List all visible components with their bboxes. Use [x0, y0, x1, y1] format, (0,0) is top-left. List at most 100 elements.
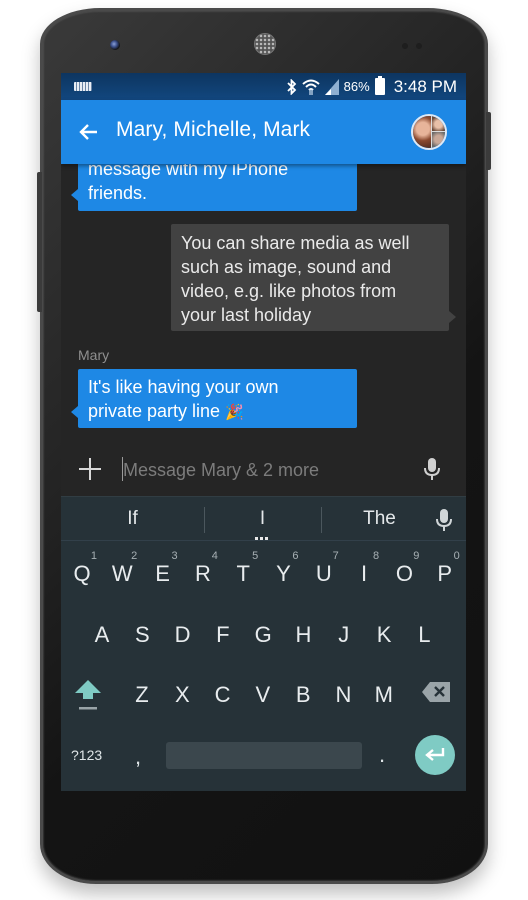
group-avatar[interactable]	[411, 114, 447, 150]
compose-bar	[61, 445, 466, 495]
key-j[interactable]: J	[324, 607, 364, 663]
microphone-icon[interactable]	[435, 508, 453, 532]
volume-button	[37, 172, 42, 312]
suggestion-item[interactable]: If	[61, 497, 204, 541]
key-m[interactable]: M	[364, 667, 404, 723]
arrow-left-icon[interactable]	[77, 120, 101, 144]
key-o[interactable]: O9	[384, 546, 424, 602]
key-r[interactable]: R4	[183, 546, 223, 602]
backspace-icon[interactable]	[421, 681, 451, 703]
key-t[interactable]: T5	[223, 546, 263, 602]
wifi-icon	[301, 79, 320, 95]
proximity-sensor	[402, 43, 408, 49]
key-label: P	[437, 561, 453, 586]
key-a[interactable]: A	[82, 607, 122, 663]
light-sensor	[416, 43, 422, 49]
key-w[interactable]: W2	[102, 546, 142, 602]
key-c[interactable]: C	[203, 667, 243, 723]
avatar-mary	[413, 116, 432, 148]
key-label: Y	[276, 561, 291, 586]
microphone-icon[interactable]	[423, 457, 441, 481]
key-number-hint: 1	[90, 550, 97, 562]
message-line: You can share media as well	[181, 233, 410, 253]
status-bar: 86% 3:48 PM	[61, 73, 466, 100]
key-label: O	[395, 561, 413, 586]
plus-icon[interactable]	[79, 458, 101, 480]
enter-key[interactable]	[415, 735, 455, 775]
space-bar[interactable]	[166, 742, 362, 769]
key-b[interactable]: B	[283, 667, 323, 723]
key-u[interactable]: U7	[304, 546, 344, 602]
key-i[interactable]: I8	[344, 546, 384, 602]
key-number-hint: 0	[453, 550, 460, 562]
key-label: R	[194, 561, 211, 586]
suggestion-strip: If I The	[61, 496, 466, 540]
enter-icon	[425, 748, 445, 761]
message-line: friends.	[88, 183, 148, 203]
message-bubble-outgoing[interactable]: You can share media as well such as imag…	[171, 224, 456, 331]
keyboard-icon	[74, 82, 92, 91]
key-number-hint: 6	[292, 550, 299, 562]
message-line: such as image, sound and	[181, 257, 392, 277]
key-k[interactable]: K	[364, 607, 404, 663]
sender-name: Mary	[78, 347, 110, 363]
key-number-hint: 4	[211, 550, 218, 562]
key-v[interactable]: V	[243, 667, 283, 723]
shift-icon[interactable]	[73, 677, 103, 713]
key-x[interactable]: X	[162, 667, 202, 723]
key-label: Q	[73, 561, 91, 586]
suggestion-item[interactable]: The	[321, 497, 438, 541]
key-g[interactable]: G	[243, 607, 283, 663]
key-number-hint: 9	[413, 550, 420, 562]
key-label: E	[155, 561, 170, 586]
key-e[interactable]: E3	[143, 546, 183, 602]
conversation-title: Mary, Michelle, Mark	[116, 118, 311, 141]
message-line: video, e.g. like photos from	[181, 281, 397, 301]
message-input[interactable]	[123, 456, 413, 484]
key-d[interactable]: D	[163, 607, 203, 663]
bluetooth-icon	[287, 78, 296, 95]
avatar-mark	[431, 132, 445, 148]
message-bubble-incoming[interactable]: It's like having your own private party …	[71, 369, 357, 428]
key-z[interactable]: Z	[122, 667, 162, 723]
keyboard-row-3: ZXCVBNM	[61, 667, 466, 723]
key-label: I	[361, 561, 368, 586]
keyboard-row-2: ASDFGHJKL	[61, 607, 466, 663]
message-line: your last holiday	[181, 305, 312, 325]
key-number-hint: 5	[252, 550, 259, 562]
keyboard: Q1W2E3R4T5Y6U7I8O9P0 ASDFGHJKL ZXCVBNM ?…	[61, 540, 466, 791]
key-p[interactable]: P0	[425, 546, 465, 602]
message-line: private party line	[88, 401, 221, 421]
keyboard-row-4: ?123 , .	[61, 727, 466, 783]
battery-icon	[374, 76, 385, 95]
key-label: U	[315, 561, 332, 586]
key-q[interactable]: Q1	[62, 546, 102, 602]
key-h[interactable]: H	[284, 607, 324, 663]
symbols-key[interactable]: ?123	[71, 727, 102, 783]
key-s[interactable]: S	[122, 607, 162, 663]
avatar-michelle	[431, 116, 445, 132]
key-label: W	[111, 561, 133, 586]
key-f[interactable]: F	[203, 607, 243, 663]
comma-key[interactable]: ,	[135, 727, 141, 783]
app-bar: Mary, Michelle, Mark	[61, 100, 466, 164]
key-number-hint: 8	[372, 550, 380, 562]
key-number-hint: 7	[332, 550, 339, 562]
party-popper-emoji: 🎉	[225, 404, 244, 421]
front-camera	[110, 40, 120, 50]
key-label: T	[236, 561, 250, 586]
clock: 3:48 PM	[393, 76, 457, 96]
suggestion-item[interactable]: I	[204, 497, 321, 541]
earpiece-speaker	[254, 33, 276, 55]
keyboard-row-1: Q1W2E3R4T5Y6U7I8O9P0	[61, 546, 466, 602]
key-y[interactable]: Y6	[264, 546, 304, 602]
power-button	[486, 112, 491, 170]
battery-percent: 86%	[343, 79, 370, 94]
period-key[interactable]: .	[379, 727, 385, 783]
signal-icon	[324, 78, 339, 95]
message-line: It's like having your own	[88, 377, 279, 397]
screen: 86% 3:48 PM Mary, Michelle, Mark message…	[61, 73, 466, 791]
key-number-hint: 3	[171, 550, 178, 562]
key-n[interactable]: N	[324, 667, 364, 723]
key-l[interactable]: L	[404, 607, 444, 663]
